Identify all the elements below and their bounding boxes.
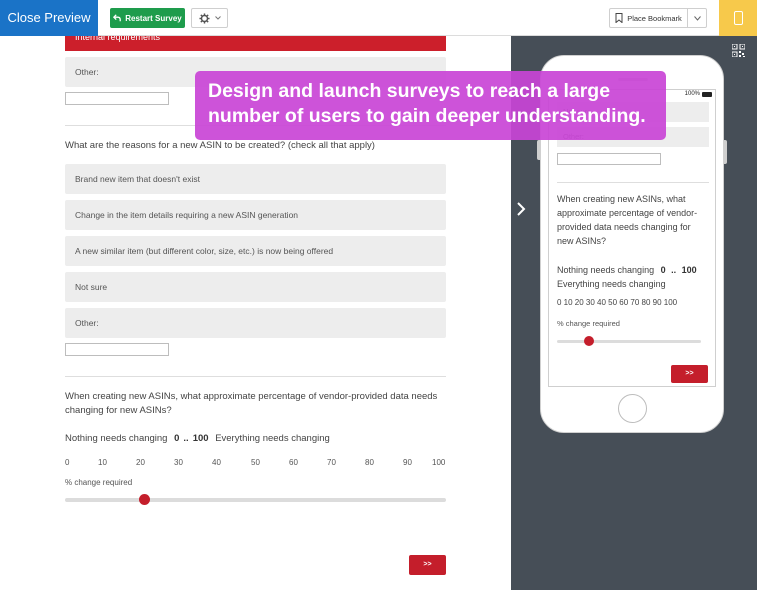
percentage-slider-track[interactable]: [65, 498, 446, 502]
qr-code-icon[interactable]: [732, 44, 745, 57]
scale-left-label: Nothing needs changing: [557, 265, 655, 275]
phone-home-button: [618, 394, 647, 423]
option-brand-new-item[interactable]: Brand new item that doesn't exist: [65, 164, 446, 194]
tick-label: 20: [136, 458, 145, 467]
tick-label: 10: [98, 458, 107, 467]
mobile-other-text-input[interactable]: [557, 153, 661, 165]
scale-separator: ..: [183, 433, 189, 444]
restart-survey-button[interactable]: Restart Survey: [110, 8, 185, 28]
option-similar-item[interactable]: A new similar item (but different color,…: [65, 236, 446, 266]
status-bar: 100%: [685, 91, 712, 97]
phone-icon: [733, 11, 743, 25]
place-bookmark-label: Place Bookmark: [627, 13, 682, 23]
scale-separator: ..: [671, 265, 677, 275]
place-bookmark-button[interactable]: Place Bookmark: [609, 8, 688, 28]
close-preview-button[interactable]: Close Preview: [0, 0, 98, 36]
other-text-input[interactable]: [65, 92, 169, 105]
scale-left-label: Nothing needs changing: [65, 433, 168, 444]
mobile-preview-toggle[interactable]: [719, 0, 757, 36]
mobile-scale-description: Nothing needs changing 0 .. 100 Everythi…: [557, 263, 709, 291]
selected-option[interactable]: Internal requirements: [65, 36, 446, 51]
divider: [65, 376, 446, 377]
next-button[interactable]: >>: [409, 555, 446, 575]
tick-label: 30: [174, 458, 183, 467]
mobile-slider-ticks: 0 10 20 30 40 50 60 70 80 90 100: [557, 298, 678, 307]
divider: [557, 182, 709, 183]
bookmark-dropdown-button[interactable]: [688, 8, 707, 28]
tick-label: 40: [212, 458, 221, 467]
slider-label: % change required: [65, 478, 133, 487]
scale-min: 0: [660, 265, 666, 275]
question-percentage: When creating new ASINs, what approximat…: [65, 391, 438, 416]
mobile-slider-track[interactable]: [557, 340, 701, 343]
tick-label: 80: [365, 458, 374, 467]
mobile-question-percentage: When creating new ASINs, what approximat…: [557, 194, 698, 246]
option-item-details-change[interactable]: Change in the item details requiring a n…: [65, 200, 446, 230]
chevron-right-icon[interactable]: [516, 202, 526, 216]
scale-right-label: Everything needs changing: [215, 433, 330, 444]
tick-label: 0: [65, 458, 70, 467]
tick-label: 100: [432, 458, 446, 467]
chevron-down-icon: [214, 16, 221, 20]
tick-label: 50: [251, 458, 260, 467]
battery-percent: 100%: [684, 91, 700, 97]
phone-side-button: [724, 140, 727, 164]
scale-max: 100: [192, 433, 209, 444]
settings-dropdown-button[interactable]: [191, 8, 228, 28]
restart-arrow-icon: [113, 14, 122, 22]
mobile-slider-thumb[interactable]: [584, 336, 594, 346]
scale-max: 100: [681, 265, 697, 275]
mobile-next-button[interactable]: >>: [671, 365, 708, 383]
option-not-sure[interactable]: Not sure: [65, 272, 446, 302]
slider-ticks: 0 10 20 30 40 50 60 70 80 90 100: [65, 458, 448, 470]
bookmark-icon: [615, 13, 623, 23]
scale-right-label: Everything needs changing: [557, 279, 666, 289]
tick-label: 60: [289, 458, 298, 467]
mobile-slider-label: % change required: [557, 319, 620, 328]
question-asin-reasons: What are the reasons for a new ASIN to b…: [65, 140, 375, 151]
battery-icon: [702, 91, 712, 97]
option-other-2[interactable]: Other:: [65, 308, 446, 338]
scale-description: Nothing needs changing 0.. 100 Everything…: [65, 433, 330, 444]
other-text-input-2[interactable]: [65, 343, 169, 356]
chevron-down-icon: [693, 15, 701, 21]
promo-banner: Design and launch surveys to reach a lar…: [195, 71, 666, 140]
restart-survey-label: Restart Survey: [125, 13, 182, 23]
tick-label: 90: [403, 458, 412, 467]
percentage-slider-thumb[interactable]: [139, 494, 150, 505]
tick-label: 70: [327, 458, 336, 467]
gear-icon: [198, 12, 210, 24]
top-bar: Close Preview Restart Survey Place Bookm…: [0, 0, 757, 36]
scale-min: 0: [174, 433, 180, 444]
